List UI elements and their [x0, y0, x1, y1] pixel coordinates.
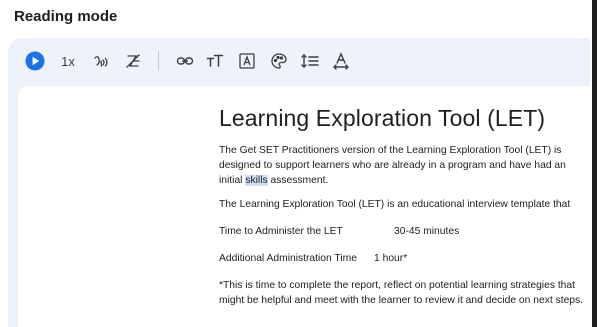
letter-spacing-icon — [333, 52, 349, 70]
font-icon — [239, 53, 255, 69]
row-label: Additional Administration Time — [219, 253, 357, 264]
row-value: 30-45 minutes — [394, 226, 460, 237]
letter-spacing-button[interactable] — [330, 50, 352, 72]
voice-icon — [94, 56, 108, 67]
reading-mode-panel: 1x Learning Exploration Tool (LET) The G… — [8, 38, 590, 327]
line-spacing-button[interactable] — [298, 50, 322, 72]
line-spacing-icon — [301, 54, 319, 68]
links-button[interactable] — [174, 50, 196, 72]
font-button[interactable] — [236, 50, 258, 72]
window-edge — [592, 0, 597, 327]
info-row: Time to Administer the LET 30-45 minutes — [219, 224, 589, 239]
font-size-button[interactable] — [204, 50, 226, 72]
highlight-off-icon — [126, 54, 140, 68]
toolbar-divider — [158, 51, 159, 71]
play-icon — [25, 51, 45, 71]
info-row: Additional Administration Time 1 hour* — [219, 251, 589, 266]
voice-button[interactable] — [90, 50, 112, 72]
article-title: Learning Exploration Tool (LET) — [219, 105, 546, 131]
highlight-button[interactable] — [122, 50, 144, 72]
selected-word: skills — [245, 175, 268, 186]
article: Learning Exploration Tool (LET) The Get … — [219, 96, 589, 308]
play-button[interactable] — [24, 50, 46, 72]
font-size-icon — [206, 54, 224, 67]
row-label: Time to Administer the LET — [219, 226, 343, 237]
panel-title: Reading mode — [14, 8, 118, 25]
paragraph-description: The Learning Exploration Tool (LET) is a… — [219, 199, 571, 210]
palette-icon — [271, 53, 287, 69]
reading-toolbar: 1x — [8, 38, 590, 84]
intro-text-end: assessment. — [267, 175, 329, 186]
theme-button[interactable] — [268, 50, 290, 72]
paragraph-footnote: *This is time to complete the report, re… — [219, 280, 584, 306]
link-icon — [176, 57, 194, 65]
reading-content: Learning Exploration Tool (LET) The Get … — [18, 86, 590, 327]
row-value: 1 hour* — [374, 253, 408, 264]
paragraph-intro: The Get SET Practitioners version of the… — [219, 143, 589, 188]
speed-button[interactable]: 1x — [56, 50, 80, 72]
